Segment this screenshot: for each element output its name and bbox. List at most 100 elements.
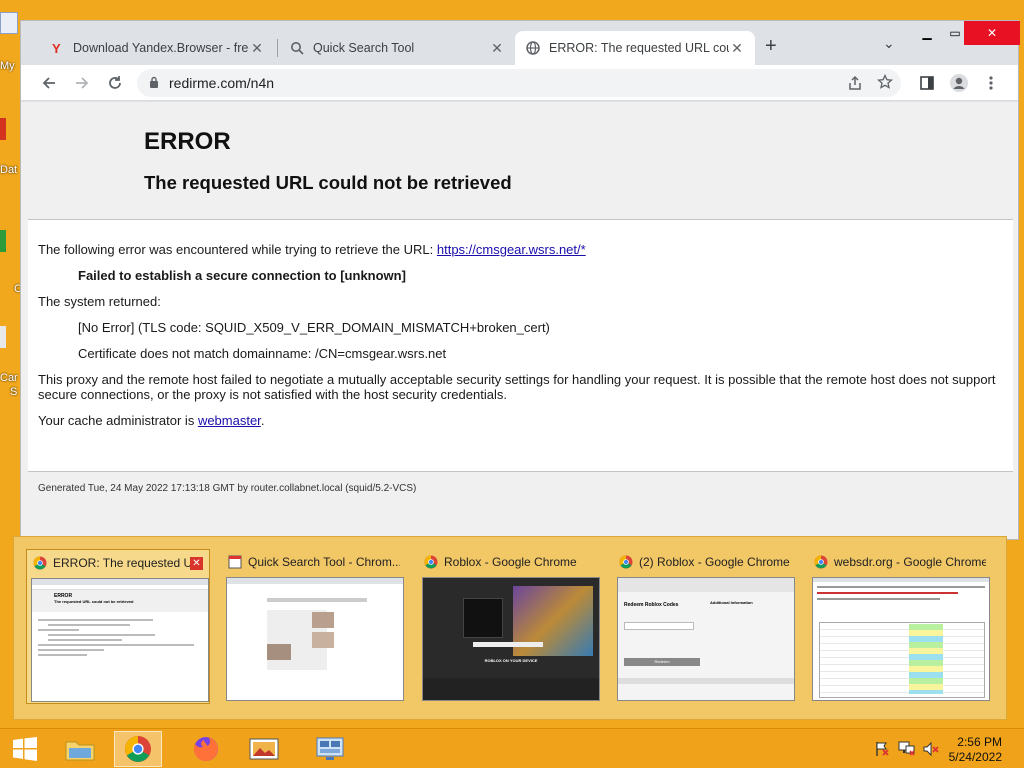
taskbar-media-player[interactable] <box>240 731 288 767</box>
address-bar[interactable]: redirme.com/n4n <box>137 69 901 97</box>
taskbar-file-explorer[interactable] <box>56 731 104 767</box>
desktop-icon-label: S <box>10 386 18 398</box>
tab-title: ERROR: The requested URL could <box>549 41 729 55</box>
close-icon[interactable]: ✕ <box>489 40 505 57</box>
taskbar: 2:56 PM 5/24/2022 <box>0 728 1024 768</box>
start-button[interactable] <box>0 731 50 767</box>
thumbnail-preview <box>226 577 404 701</box>
taskbar-network-app[interactable] <box>306 731 354 767</box>
side-panel-button[interactable] <box>913 69 941 97</box>
tray-network-icon[interactable] <box>898 741 916 760</box>
tab-strip: Y Download Yandex.Browser - free ✕ Quick… <box>21 21 1020 65</box>
webmaster-link[interactable]: webmaster <box>198 413 261 428</box>
tab-separator <box>277 39 278 57</box>
desktop-icon-label: Car <box>0 372 18 384</box>
page-title: ERROR <box>144 128 231 155</box>
thumbnail-preview: Redeem Roblox Codes Additional Informati… <box>617 577 795 701</box>
new-tab-button[interactable]: + <box>765 35 777 58</box>
yandex-icon: Y <box>49 40 65 56</box>
thumbnail-roblox-2[interactable]: (2) Roblox - Google Chrome Redeem Roblox… <box>613 549 797 704</box>
chrome-icon <box>125 736 151 762</box>
close-icon[interactable]: ✕ <box>249 40 265 57</box>
error-intro: The following error was encountered whil… <box>38 242 1003 257</box>
profile-button[interactable] <box>945 69 973 97</box>
desktop-icon-label: My <box>0 60 15 72</box>
thumbnail-title: (2) Roblox - Google Chrome <box>639 555 790 569</box>
thumbnail-header: Quick Search Tool - Chrom... <box>222 549 406 575</box>
lock-icon[interactable] <box>149 76 159 91</box>
forward-button[interactable] <box>68 69 96 97</box>
tab-quick-search[interactable]: Quick Search Tool ✕ <box>279 31 515 65</box>
side-panel-icon <box>920 76 934 90</box>
thumbnail-title: Roblox - Google Chrome <box>444 555 577 569</box>
chrome-icon <box>619 555 633 569</box>
generated-footer: Generated Tue, 24 May 2022 17:13:18 GMT … <box>38 483 417 494</box>
error-details: The following error was encountered whil… <box>28 219 1013 472</box>
page-subtitle: The requested URL could not be retrieved <box>144 172 512 193</box>
windows-logo-icon <box>13 737 37 761</box>
thumbnail-preview: ROBLOX ON YOUR DEVICE <box>422 577 600 701</box>
bookmark-star-icon[interactable] <box>876 73 894 93</box>
folder-icon <box>65 741 95 761</box>
tab-search-button[interactable]: ⌄ <box>883 35 895 52</box>
admin-line: Your cache administrator is webmaster. <box>38 413 1003 428</box>
kebab-menu-icon <box>989 76 993 90</box>
thumbnail-title: Quick Search Tool - Chrom... <box>248 555 400 569</box>
tab-yandex[interactable]: Y Download Yandex.Browser - free ✕ <box>39 31 275 65</box>
thumbnail-quick-search[interactable]: Quick Search Tool - Chrom... <box>222 549 406 704</box>
taskbar-firefox[interactable] <box>182 731 230 767</box>
thumbnail-header: Roblox - Google Chrome <box>418 549 602 575</box>
search-icon <box>289 40 305 56</box>
desktop-icon[interactable] <box>0 118 6 140</box>
error-header: ERROR The requested URL could not be ret… <box>21 102 1018 219</box>
thumbnail-roblox[interactable]: Roblox - Google Chrome ROBLOX ON YOUR DE… <box>418 549 602 704</box>
desktop-icon[interactable] <box>0 12 18 34</box>
taskbar-chrome[interactable] <box>114 731 162 767</box>
menu-button[interactable] <box>977 69 1005 97</box>
tray-flag-icon[interactable] <box>874 741 890 760</box>
chrome-icon <box>424 555 438 569</box>
error-intro-text: The following error was encountered whil… <box>38 242 437 257</box>
thumbnail-header: ERROR: The requested U... ✕ <box>27 550 209 576</box>
system-clock[interactable]: 2:56 PM 5/24/2022 <box>949 735 1002 765</box>
preview-subheading: The requested URL could not be retrieved <box>54 599 134 604</box>
browser-window: Y Download Yandex.Browser - free ✕ Quick… <box>20 20 1020 540</box>
thumbnail-websdr[interactable]: websdr.org - Google Chrome <box>808 549 992 704</box>
thumbnail-title: ERROR: The requested U... <box>53 556 190 570</box>
url-text: redirme.com/n4n <box>169 75 275 91</box>
window-close-button[interactable]: ✕ <box>964 21 1020 45</box>
tab-title: Download Yandex.Browser - free <box>73 41 249 55</box>
tray-volume-icon[interactable] <box>922 741 940 760</box>
tab-error[interactable]: ERROR: The requested URL could ✕ <box>515 31 755 65</box>
globe-icon <box>525 40 541 56</box>
thumbnail-preview <box>812 577 990 701</box>
firefox-icon <box>193 737 218 761</box>
preview-redeem-button: Redeem <box>624 658 700 666</box>
admin-suffix: . <box>260 413 265 428</box>
thumbnail-header: (2) Roblox - Google Chrome <box>613 549 797 575</box>
desktop-icon[interactable] <box>0 230 6 252</box>
back-arrow-icon <box>42 77 55 89</box>
taskbar-thumbnail-popup: ERROR: The requested U... ✕ ERROR The re… <box>13 536 1007 720</box>
thumbnail-header: websdr.org - Google Chrome <box>808 549 992 575</box>
thumbnail-error[interactable]: ERROR: The requested U... ✕ ERROR The re… <box>26 549 210 704</box>
system-error-code: [No Error] (TLS code: SQUID_X509_V_ERR_D… <box>78 320 550 335</box>
preview-redeem-side: Additional Information <box>710 600 753 605</box>
share-icon[interactable] <box>847 75 863 94</box>
clock-date: 5/24/2022 <box>948 750 1002 764</box>
browser-toolbar: redirme.com/n4n <box>21 65 1018 101</box>
clock-time: 2:56 PM <box>957 735 1002 749</box>
close-icon[interactable]: ✕ <box>729 40 745 57</box>
forward-arrow-icon <box>76 77 89 89</box>
svg-text:Y: Y <box>52 41 61 55</box>
thumbnail-title: websdr.org - Google Chrome <box>834 555 986 569</box>
error-url-link[interactable]: https://cmsgear.wsrs.net/* <box>437 242 586 257</box>
desktop-icon[interactable] <box>0 326 6 348</box>
back-button[interactable] <box>35 69 63 97</box>
desktop-icon-label: Dat <box>0 164 18 176</box>
close-icon[interactable]: ✕ <box>190 556 203 570</box>
avatar-icon <box>950 74 968 92</box>
chrome-icon <box>814 555 828 569</box>
reload-button[interactable] <box>101 69 129 97</box>
tab-title: Quick Search Tool <box>313 41 415 55</box>
